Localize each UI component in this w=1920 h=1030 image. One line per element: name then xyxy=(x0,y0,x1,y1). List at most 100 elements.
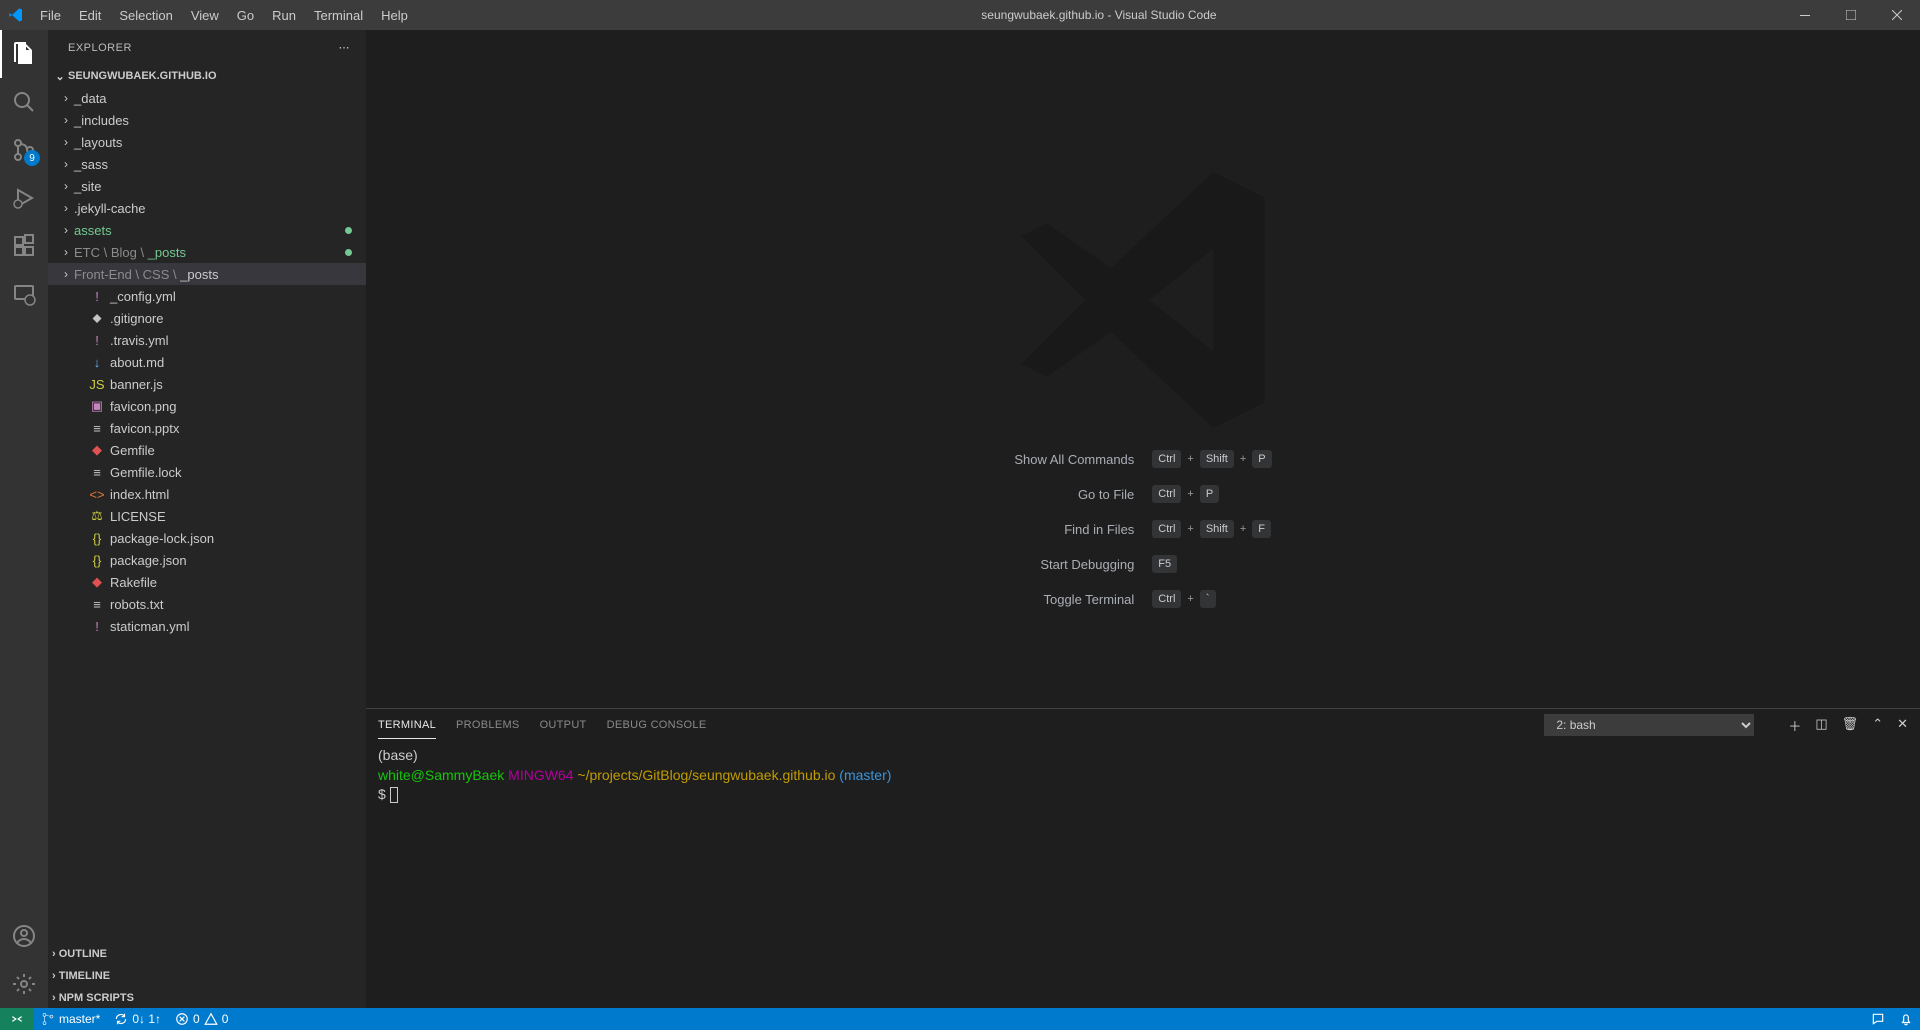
panel-tab-output[interactable]: OUTPUT xyxy=(540,712,587,738)
minimize-button[interactable] xyxy=(1782,0,1828,30)
file-row[interactable]: ›≡favicon.pptx xyxy=(48,417,366,439)
activity-explorer[interactable] xyxy=(0,30,48,78)
folder-row[interactable]: ›_data xyxy=(48,87,366,109)
panel-tab-problems[interactable]: PROBLEMS xyxy=(456,712,520,738)
file-row[interactable]: ›↓about.md xyxy=(48,351,366,373)
shortcut-keys: Ctrl+Shift+F xyxy=(1152,520,1271,538)
activity-remote-explorer[interactable] xyxy=(0,270,48,318)
terminal-select[interactable]: 2: bash xyxy=(1544,714,1754,736)
file-label: LICENSE xyxy=(110,509,166,524)
bell-icon xyxy=(1899,1012,1913,1026)
file-label: staticman.yml xyxy=(110,619,189,634)
file-icon: ! xyxy=(88,333,106,348)
section-outline[interactable]: › OUTLINE xyxy=(48,942,366,964)
file-row[interactable]: ›JSbanner.js xyxy=(48,373,366,395)
file-row[interactable]: ›⚖LICENSE xyxy=(48,505,366,527)
remote-explorer-icon xyxy=(12,282,36,306)
split-terminal-icon[interactable]: ◫ xyxy=(1815,716,1827,735)
explorer-more-icon[interactable]: ⋯ xyxy=(339,41,351,54)
status-branch[interactable]: master* xyxy=(34,1008,107,1030)
menu-run[interactable]: Run xyxy=(264,4,304,27)
folder-row[interactable]: ›.jekyll-cache xyxy=(48,197,366,219)
folder-row[interactable]: ›_site xyxy=(48,175,366,197)
file-row[interactable]: ›⬥.gitignore xyxy=(48,307,366,329)
folder-row[interactable]: ›ETC \ Blog \ _posts xyxy=(48,241,366,263)
editor-welcome: Show All CommandsCtrl+Shift+PGo to FileC… xyxy=(366,30,1920,708)
menu-terminal[interactable]: Terminal xyxy=(306,4,371,27)
extensions-icon xyxy=(12,234,36,258)
chevron-right-icon: › xyxy=(58,201,74,215)
folder-row[interactable]: ›Front-End \ CSS \ _posts xyxy=(48,263,366,285)
panel-tabs: TERMINAL PROBLEMS OUTPUT DEBUG CONSOLE 2… xyxy=(366,709,1920,742)
file-row[interactable]: ›!_config.yml xyxy=(48,285,366,307)
status-problems[interactable]: 0 0 xyxy=(168,1008,235,1030)
status-remote[interactable] xyxy=(0,1008,34,1030)
activity-debug[interactable] xyxy=(0,174,48,222)
kill-terminal-icon[interactable]: 🗑 xyxy=(1842,716,1859,735)
modified-dot-icon xyxy=(345,227,352,234)
file-row[interactable]: ›◆Gemfile xyxy=(48,439,366,461)
section-npm-scripts[interactable]: › NPM SCRIPTS xyxy=(48,986,366,1008)
file-row[interactable]: ›!.travis.yml xyxy=(48,329,366,351)
folder-row[interactable]: ›_layouts xyxy=(48,131,366,153)
window-controls xyxy=(1782,0,1920,30)
panel-close-icon[interactable]: ✕ xyxy=(1897,716,1908,735)
file-label: index.html xyxy=(110,487,169,502)
menu-edit[interactable]: Edit xyxy=(71,4,109,27)
menubar: File Edit Selection View Go Run Terminal… xyxy=(32,4,416,27)
file-row[interactable]: ›◆Rakefile xyxy=(48,571,366,593)
vscode-logo-icon xyxy=(8,7,24,23)
file-label: .travis.yml xyxy=(110,333,169,348)
explorer-root-header[interactable]: ⌄ SEUNGWUBAEK.GITHUB.IO xyxy=(48,65,366,87)
file-label: robots.txt xyxy=(110,597,163,612)
close-button[interactable] xyxy=(1874,0,1920,30)
feedback-icon xyxy=(1871,1012,1885,1026)
activity-search[interactable] xyxy=(0,78,48,126)
file-row[interactable]: ›{}package-lock.json xyxy=(48,527,366,549)
activity-accounts[interactable] xyxy=(0,912,48,960)
bottom-panel: TERMINAL PROBLEMS OUTPUT DEBUG CONSOLE 2… xyxy=(366,708,1920,1008)
file-row[interactable]: ›≡robots.txt xyxy=(48,593,366,615)
folder-row[interactable]: ›assets xyxy=(48,219,366,241)
menu-go[interactable]: Go xyxy=(229,4,262,27)
panel-maximize-icon[interactable]: ⌃ xyxy=(1872,716,1883,735)
panel-tab-terminal[interactable]: TERMINAL xyxy=(378,712,436,739)
file-row[interactable]: ›{}package.json xyxy=(48,549,366,571)
folder-row[interactable]: ›_includes xyxy=(48,109,366,131)
menu-view[interactable]: View xyxy=(183,4,227,27)
shortcut-label: Start Debugging xyxy=(1014,557,1134,572)
menu-help[interactable]: Help xyxy=(373,4,416,27)
file-label: favicon.png xyxy=(110,399,177,414)
scm-badge: 9 xyxy=(24,150,40,166)
keycap: Ctrl xyxy=(1152,590,1181,608)
status-notifications[interactable] xyxy=(1892,1008,1920,1030)
maximize-button[interactable] xyxy=(1828,0,1874,30)
status-feedback[interactable] xyxy=(1864,1008,1892,1030)
shortcut-keys: Ctrl+P xyxy=(1152,485,1271,503)
folder-label: Front-End \ CSS \ _posts xyxy=(74,267,219,282)
section-timeline[interactable]: › TIMELINE xyxy=(48,964,366,986)
remote-icon xyxy=(10,1012,24,1026)
new-terminal-icon[interactable]: ＋ xyxy=(1788,716,1801,735)
file-row[interactable]: ›!staticman.yml xyxy=(48,615,366,637)
terminal-line: (base) xyxy=(378,746,1908,766)
file-icon: <> xyxy=(88,487,106,502)
titlebar: File Edit Selection View Go Run Terminal… xyxy=(0,0,1920,30)
folder-label: _includes xyxy=(74,113,129,128)
chevron-right-icon: › xyxy=(58,91,74,105)
file-row[interactable]: ›<>index.html xyxy=(48,483,366,505)
file-row[interactable]: ›▣favicon.png xyxy=(48,395,366,417)
sync-icon xyxy=(114,1012,128,1026)
activity-extensions[interactable] xyxy=(0,222,48,270)
folder-label: _site xyxy=(74,179,101,194)
menu-file[interactable]: File xyxy=(32,4,69,27)
file-row[interactable]: ›≡Gemfile.lock xyxy=(48,461,366,483)
panel-tab-debug-console[interactable]: DEBUG CONSOLE xyxy=(607,712,707,738)
menu-selection[interactable]: Selection xyxy=(111,4,180,27)
activity-scm[interactable]: 9 xyxy=(0,126,48,174)
debug-icon xyxy=(12,186,36,210)
activity-settings[interactable] xyxy=(0,960,48,1008)
status-sync[interactable]: 0↓ 1↑ xyxy=(107,1008,168,1030)
folder-row[interactable]: ›_sass xyxy=(48,153,366,175)
terminal-content[interactable]: (base) white@SammyBaek MINGW64 ~/project… xyxy=(366,742,1920,1008)
